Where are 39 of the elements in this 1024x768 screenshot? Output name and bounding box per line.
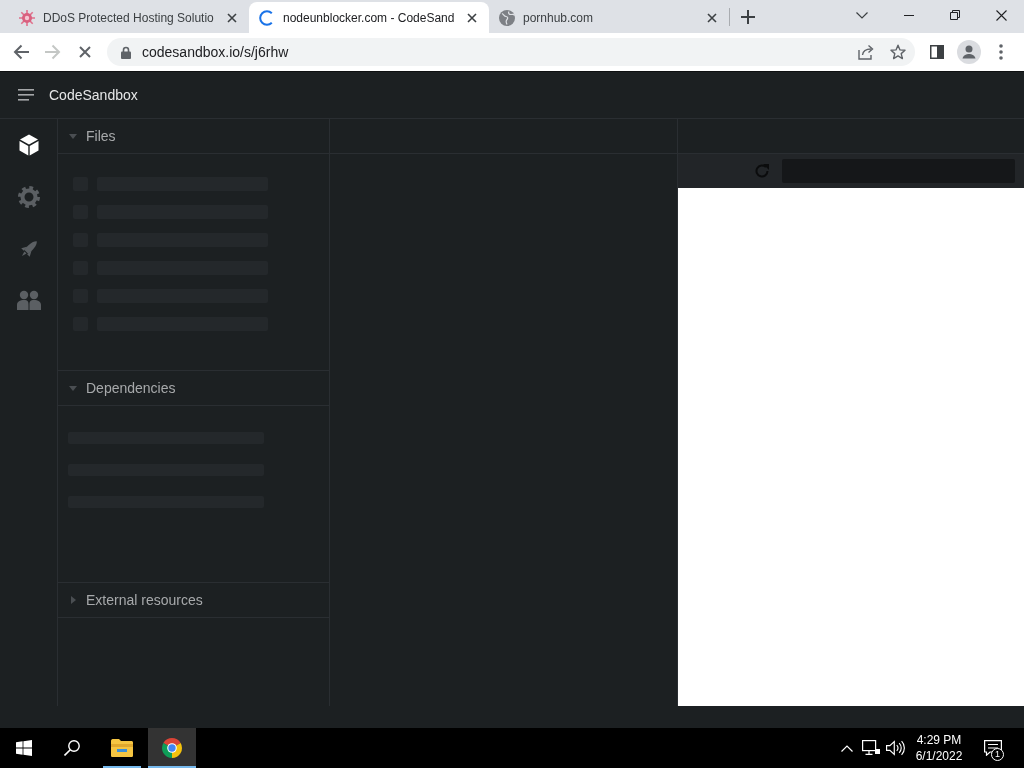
browser-tab[interactable]: DDoS Protected Hosting Solutio (9, 2, 249, 33)
start-icon[interactable] (16, 740, 32, 756)
browser-tab[interactable]: pornhub.com (489, 2, 729, 33)
browser-tab[interactable]: nodeunblocker.com - CodeSand (249, 2, 489, 33)
share-icon[interactable] (858, 44, 874, 60)
folder-icon (111, 739, 133, 757)
star-icon[interactable] (890, 44, 906, 60)
notification-icon[interactable] (984, 740, 1002, 756)
avatar-icon[interactable] (957, 40, 981, 64)
gear-icon[interactable] (17, 186, 40, 208)
browser-icon (162, 738, 182, 758)
section-header[interactable]: Dependencies (58, 371, 329, 406)
stop-icon[interactable] (79, 46, 91, 58)
side-panel-icon[interactable] (930, 45, 944, 59)
people-icon[interactable] (16, 290, 41, 310)
app-title: CodeSandbox (49, 87, 138, 103)
menu-icon[interactable] (18, 89, 34, 101)
lock-icon[interactable] (121, 45, 131, 59)
clock-date: 6/1/2022 (915, 748, 963, 764)
minimize-icon[interactable] (904, 14, 914, 16)
close-icon[interactable] (995, 9, 1007, 21)
chevron-up-icon[interactable] (841, 744, 853, 752)
close-icon[interactable] (707, 12, 717, 23)
close-icon[interactable] (467, 12, 477, 23)
taskbar-button[interactable] (148, 728, 196, 768)
close-icon[interactable] (227, 12, 237, 23)
address-bar[interactable]: codesandbox.io/s/j6rhw (107, 38, 915, 66)
back-arrow-icon[interactable] (13, 44, 29, 60)
caret-down-icon[interactable] (856, 11, 868, 19)
plus-icon[interactable] (741, 9, 755, 24)
restore-icon[interactable] (950, 10, 960, 20)
clock-time: 4:29 PM (916, 732, 962, 748)
search-icon[interactable] (64, 740, 80, 756)
cube-icon[interactable] (18, 134, 39, 156)
notification-count: 1 (991, 748, 1004, 761)
section-header[interactable]: Files (58, 119, 329, 154)
speaker-icon[interactable] (885, 740, 905, 756)
menu-icon[interactable] (999, 44, 1003, 60)
network-icon[interactable] (862, 740, 880, 756)
